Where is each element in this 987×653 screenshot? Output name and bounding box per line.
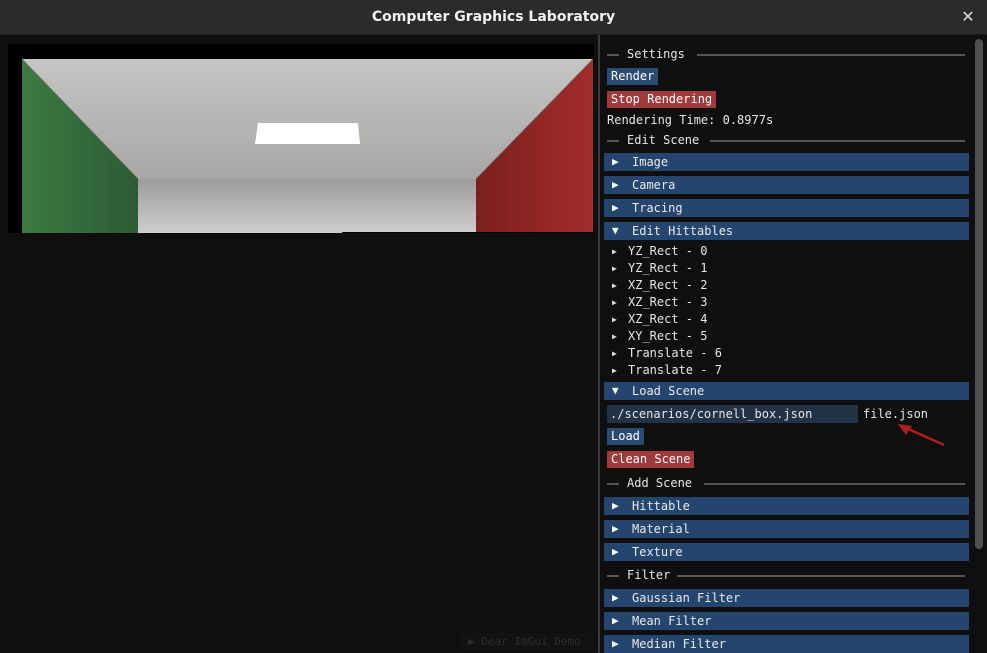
edit-scene-separator: Edit Scene (607, 133, 965, 147)
expand-arrow-icon: ▶ (612, 545, 619, 558)
render-button[interactable]: Render (607, 68, 659, 85)
tree-node-label: Translate - 6 (628, 346, 722, 360)
clean-scene-button[interactable]: Clean Scene (607, 451, 695, 468)
header-label: Image (632, 155, 669, 169)
edit-scene-section-label: Edit Scene (627, 133, 700, 147)
tree-node-label: Translate - 7 (628, 363, 722, 377)
texture-header[interactable]: ▶ Texture (604, 543, 969, 561)
render-viewport: ▶ Dear ImGui Demo (0, 35, 598, 653)
header-label: Tracing (632, 201, 683, 215)
title-bar: Computer Graphics Laboratory ✕ (0, 0, 987, 35)
add-scene-section-label: Add Scene (627, 476, 693, 490)
tree-node-label: XY_Rect - 5 (628, 329, 708, 343)
tree-arrow-icon: ▶ (612, 247, 617, 256)
expand-arrow-icon: ▶ (612, 637, 619, 650)
settings-separator: Settings (607, 47, 965, 61)
settings-section-label: Settings (627, 47, 685, 61)
header-label: Hittable (632, 499, 690, 513)
expand-arrow-icon: ▶ (612, 591, 619, 604)
tree-node-label: XZ_Rect - 2 (628, 278, 708, 292)
cornell-box-render (8, 44, 594, 233)
edit-hittables-header[interactable]: ▼ Edit Hittables (604, 222, 969, 240)
tree-arrow-icon: ▶ (612, 332, 617, 341)
annotation-arrow-icon (898, 424, 945, 447)
filter-separator: Filter (607, 568, 965, 582)
imgui-demo-link[interactable]: ▶ Dear ImGui Demo (462, 633, 594, 651)
load-button[interactable]: Load (607, 428, 644, 445)
image-header[interactable]: ▶ Image (604, 153, 969, 171)
tree-node-label: XZ_Rect - 3 (628, 295, 708, 309)
filter-section-label: Filter (627, 568, 671, 582)
stop-rendering-button[interactable]: Stop Rendering (607, 91, 717, 108)
tree-arrow-icon: ▶ (612, 349, 617, 358)
header-label: Texture (632, 545, 683, 559)
header-label: Material (632, 522, 690, 536)
tree-arrow-icon: ▶ (612, 366, 617, 375)
gaussian-filter-header[interactable]: ▶ Gaussian Filter (604, 589, 969, 607)
rendering-time: Rendering Time: 0.8977s (607, 113, 774, 127)
scene-path-input[interactable]: ./scenarios/cornell_box.json (607, 405, 858, 423)
ceiling-light (255, 123, 360, 144)
hittable-header[interactable]: ▶ Hittable (604, 497, 969, 515)
panel-scrollbar[interactable] (975, 39, 983, 549)
tree-node-label: XZ_Rect - 4 (628, 312, 708, 326)
mean-filter-header[interactable]: ▶ Mean Filter (604, 612, 969, 630)
header-label: Mean Filter (632, 614, 712, 628)
expand-arrow-icon: ▶ (612, 155, 619, 168)
header-label: Gaussian Filter (632, 591, 741, 605)
load-scene-header[interactable]: ▼ Load Scene (604, 382, 969, 400)
expand-arrow-icon: ▶ (612, 178, 619, 191)
expand-arrow-icon: ▶ (612, 614, 619, 627)
tree-arrow-icon: ▶ (612, 281, 617, 290)
tree-arrow-icon: ▶ (612, 315, 617, 324)
collapse-arrow-icon: ▼ (612, 224, 619, 237)
material-header[interactable]: ▶ Material (604, 520, 969, 538)
header-label: Load Scene (632, 384, 705, 398)
render-output (8, 44, 594, 233)
control-panel: Settings Render Stop Rendering Rendering… (600, 35, 987, 653)
tree-arrow-icon: ▶ (612, 264, 617, 273)
tree-arrow-icon: ▶ (612, 298, 617, 307)
back-wall (138, 179, 476, 233)
header-label: Edit Hittables (632, 224, 734, 238)
tracing-header[interactable]: ▶ Tracing (604, 199, 969, 217)
header-label: Camera (632, 178, 676, 192)
scene-path-label: file.json (863, 407, 929, 421)
expand-arrow-icon: ▶ (612, 201, 619, 214)
close-icon[interactable]: ✕ (957, 6, 979, 28)
median-filter-header[interactable]: ▶ Median Filter (604, 635, 969, 653)
tree-node-label: YZ_Rect - 0 (628, 244, 708, 258)
window-title: Computer Graphics Laboratory (371, 9, 616, 25)
expand-arrow-icon: ▶ (612, 499, 619, 512)
expand-arrow-icon: ▶ (612, 522, 619, 535)
camera-header[interactable]: ▶ Camera (604, 176, 969, 194)
add-scene-separator: Add Scene (607, 476, 965, 490)
header-label: Median Filter (632, 637, 726, 651)
tree-node-label: YZ_Rect - 1 (628, 261, 708, 275)
collapse-arrow-icon: ▼ (612, 384, 619, 397)
